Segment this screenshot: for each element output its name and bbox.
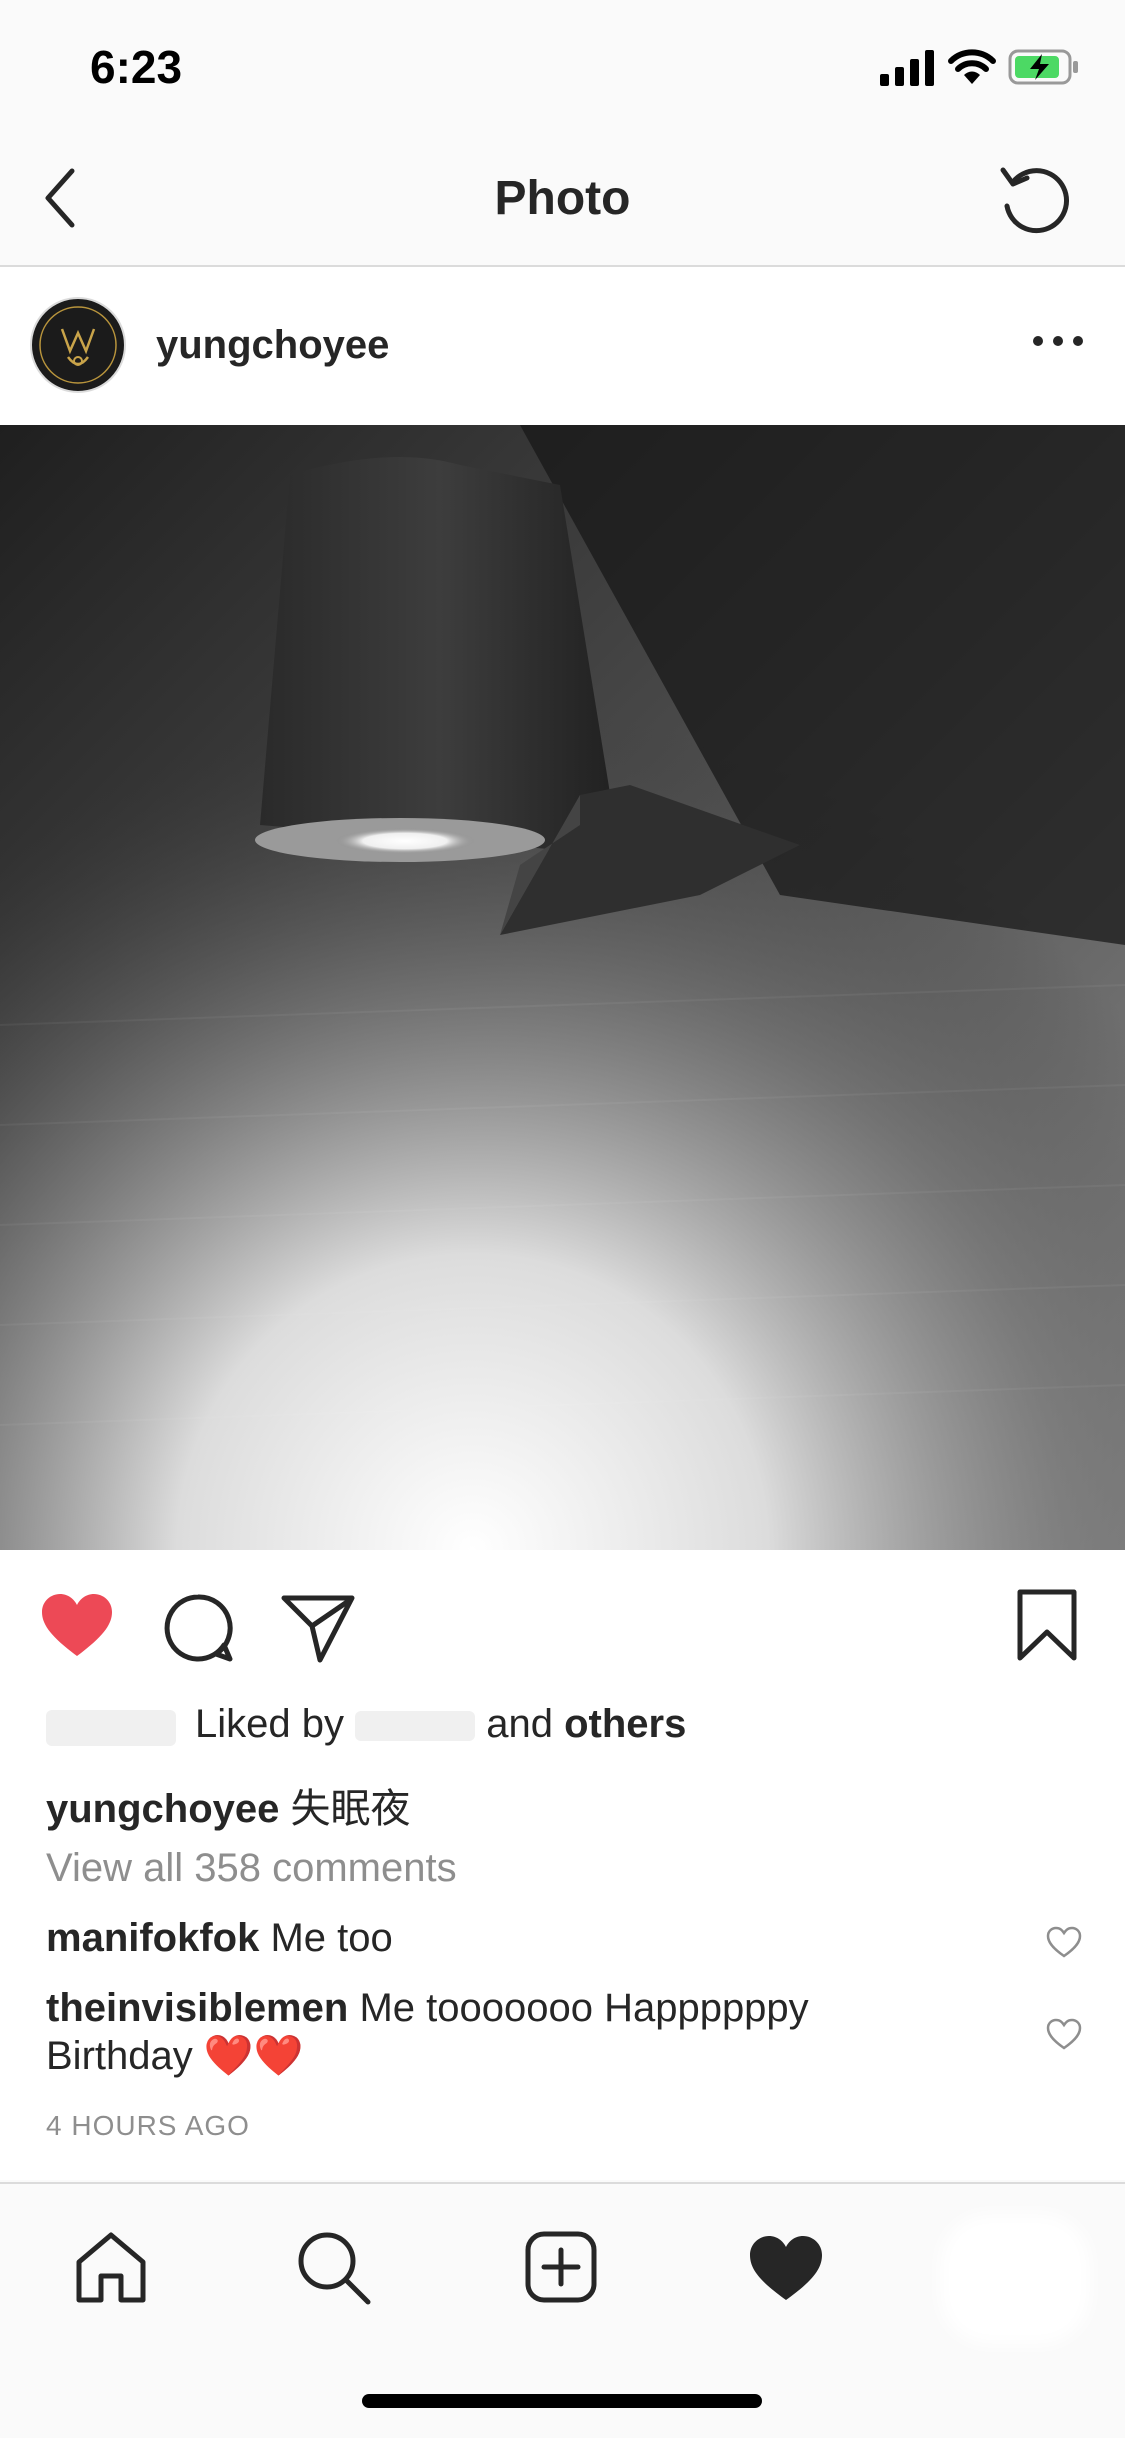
like-heart-filled-icon[interactable] [40,1592,114,1658]
comment-username[interactable]: theinvisiblemen [46,1986,348,2030]
post-actions [0,1550,1125,1700]
more-options-icon[interactable] [1030,333,1086,349]
comment-icon[interactable] [162,1592,234,1664]
refresh-icon[interactable] [995,160,1075,240]
post-photo[interactable] [0,425,1125,1550]
status-time: 6:23 [90,41,183,93]
comment-like-heart-icon[interactable] [1046,2018,1082,2050]
likes-middle: and [486,1702,553,1746]
battery-charging-icon [1008,49,1078,85]
photo-image [0,425,1125,1550]
nav-bar: Photo [0,135,1125,267]
post-meta: Liked by and others yungchoyee 失眠夜 View … [0,1700,1125,2180]
new-post-icon[interactable] [524,2230,598,2304]
avatar[interactable] [30,297,126,393]
search-icon[interactable] [296,2230,372,2306]
comment-text: Me too [270,1916,393,1960]
likes-prefix: Liked by [195,1702,344,1746]
comment-like-heart-icon[interactable] [1046,1926,1082,1958]
share-direct-icon[interactable] [280,1592,356,1664]
caption-text: 失眠夜 [290,1787,411,1831]
status-bar: 6:23 [0,0,1125,135]
page-title: Photo [494,172,631,225]
profile-tab-avatar-redacted[interactable] [950,2224,1080,2334]
home-icon[interactable] [74,2230,148,2304]
comment-username[interactable]: manifokfok [46,1916,259,1960]
home-indicator[interactable] [362,2394,762,2408]
bookmark-icon[interactable] [1016,1588,1078,1662]
liker-avatars-redacted [46,1710,176,1746]
post-timestamp: 4 HOURS AGO [46,2110,250,2141]
wifi-icon [948,49,996,84]
post-header: yungchoyee [0,267,1125,425]
cellular-signal-icon [880,50,934,86]
likes-line[interactable]: Liked by and others [195,1702,686,1747]
likes-others[interactable]: others [564,1702,686,1746]
caption: yungchoyee 失眠夜 [46,1776,411,1834]
liker-name-redacted [355,1711,476,1742]
caption-username[interactable]: yungchoyee [46,1787,279,1831]
comment-row: theinvisiblemen Me tooooooo Happppppy Bi… [46,1984,926,2080]
activity-heart-icon[interactable] [748,2234,824,2302]
post-username[interactable]: yungchoyee [156,323,389,368]
avatar-logo-icon [39,306,117,384]
view-all-comments-link[interactable]: View all 358 comments [46,1846,457,1891]
comment-row: manifokfok Me too [46,1916,393,1961]
